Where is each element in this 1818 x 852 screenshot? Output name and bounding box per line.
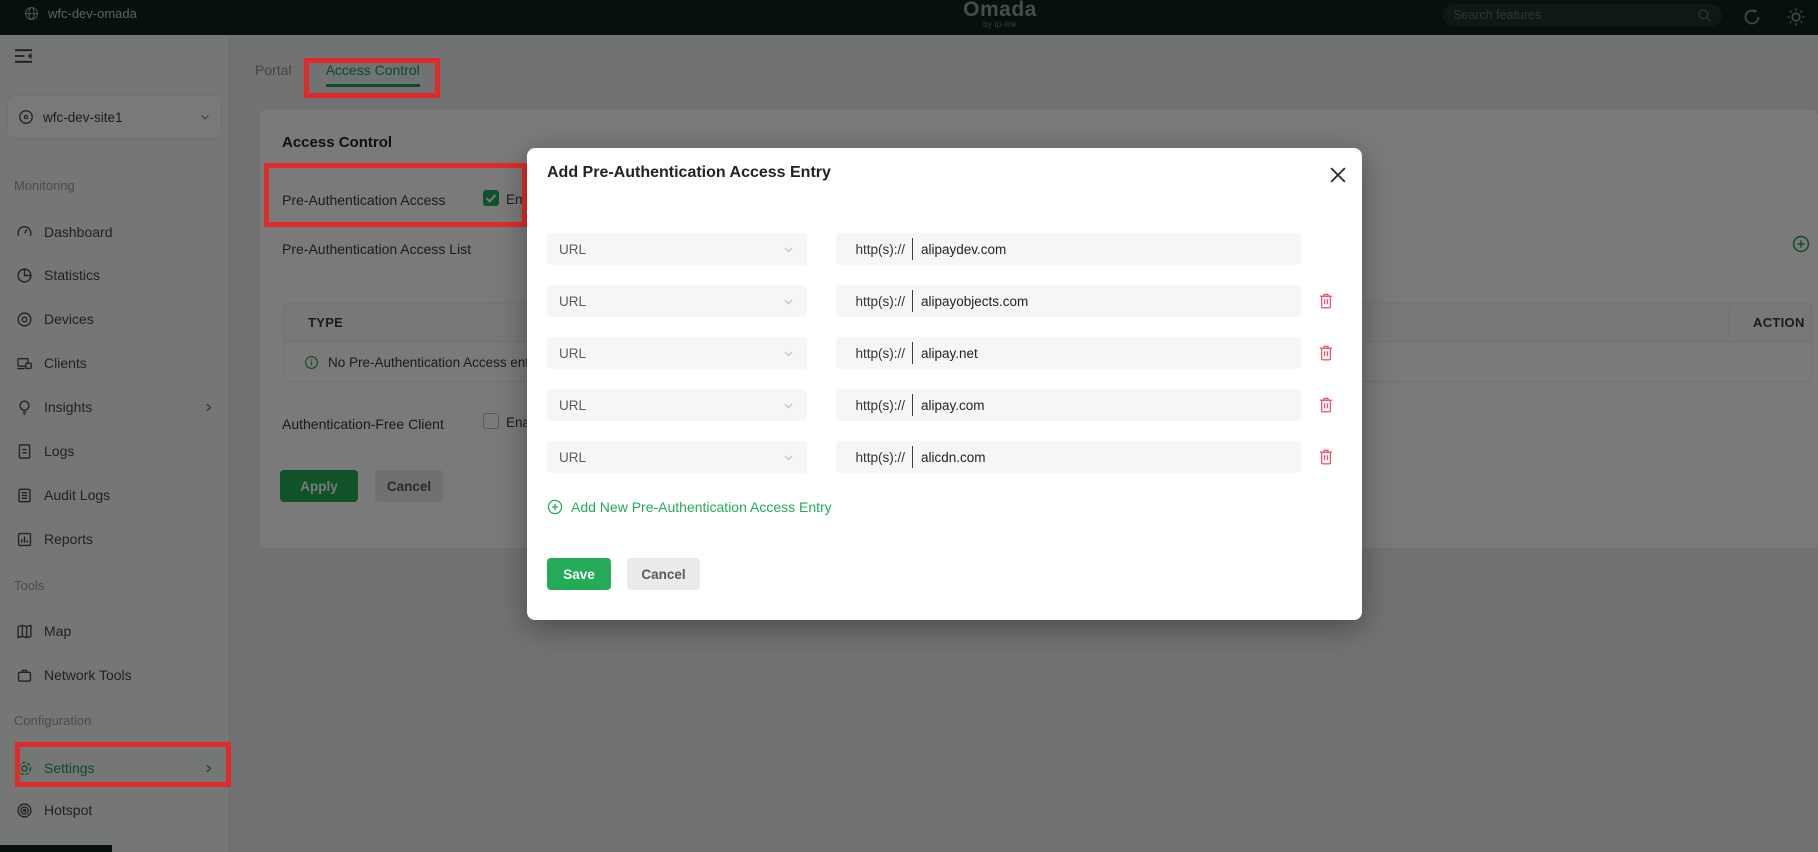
entry-url-input[interactable]: http(s):// alipay.com	[836, 389, 1301, 421]
entry-url-input[interactable]: http(s):// alipayobjects.com	[836, 285, 1301, 317]
input-caret-divider	[912, 342, 913, 364]
entry-url-input[interactable]: http(s):// alipay.net	[836, 337, 1301, 369]
chevron-down-icon	[784, 402, 793, 408]
annotation-box-settings	[15, 742, 231, 787]
close-icon[interactable]	[1328, 165, 1348, 185]
input-caret-divider	[912, 446, 913, 468]
add-new-entry-link[interactable]: Add New Pre-Authentication Access Entry	[547, 499, 832, 515]
delete-icon[interactable]	[1318, 344, 1334, 362]
entry-url-input[interactable]: http(s):// alipaydev.com	[836, 233, 1301, 265]
annotation-box-pre-auth-access	[264, 163, 527, 227]
entry-type-select[interactable]: URL	[547, 441, 807, 473]
chevron-down-icon	[784, 350, 793, 356]
add-new-entry-label: Add New Pre-Authentication Access Entry	[571, 499, 832, 515]
dialog-cancel-button[interactable]: Cancel	[627, 558, 700, 590]
chevron-down-icon	[784, 454, 793, 460]
entry-type-select[interactable]: URL	[547, 337, 807, 369]
entry-row: URL http(s):// alipaydev.com	[547, 233, 1342, 265]
annotation-box-access-control-tab	[304, 58, 440, 98]
delete-icon[interactable]	[1318, 396, 1334, 414]
add-pre-auth-entry-dialog: Add Pre-Authentication Access Entry URL …	[527, 148, 1362, 620]
save-button[interactable]: Save	[547, 558, 611, 590]
entry-row: URL http(s):// alipay.com	[547, 389, 1342, 421]
dialog-title: Add Pre-Authentication Access Entry	[547, 164, 831, 181]
entry-row: URL http(s):// alipayobjects.com	[547, 285, 1342, 317]
chevron-down-icon	[784, 298, 793, 304]
input-caret-divider	[912, 290, 913, 312]
entry-row: URL http(s):// alipay.net	[547, 337, 1342, 369]
input-caret-divider	[912, 394, 913, 416]
input-caret-divider	[912, 238, 913, 260]
add-icon	[547, 499, 563, 515]
entry-url-input[interactable]: http(s):// alicdn.com	[836, 441, 1301, 473]
entry-type-select[interactable]: URL	[547, 285, 807, 317]
entry-type-select[interactable]: URL	[547, 389, 807, 421]
entry-row: URL http(s):// alicdn.com	[547, 441, 1342, 473]
chevron-down-icon	[784, 246, 793, 252]
entry-type-select[interactable]: URL	[547, 233, 807, 265]
omada-app: wfc-dev-omada Omada by tp-link Search fe…	[0, 0, 1818, 852]
delete-icon[interactable]	[1318, 448, 1334, 466]
delete-icon[interactable]	[1318, 292, 1334, 310]
